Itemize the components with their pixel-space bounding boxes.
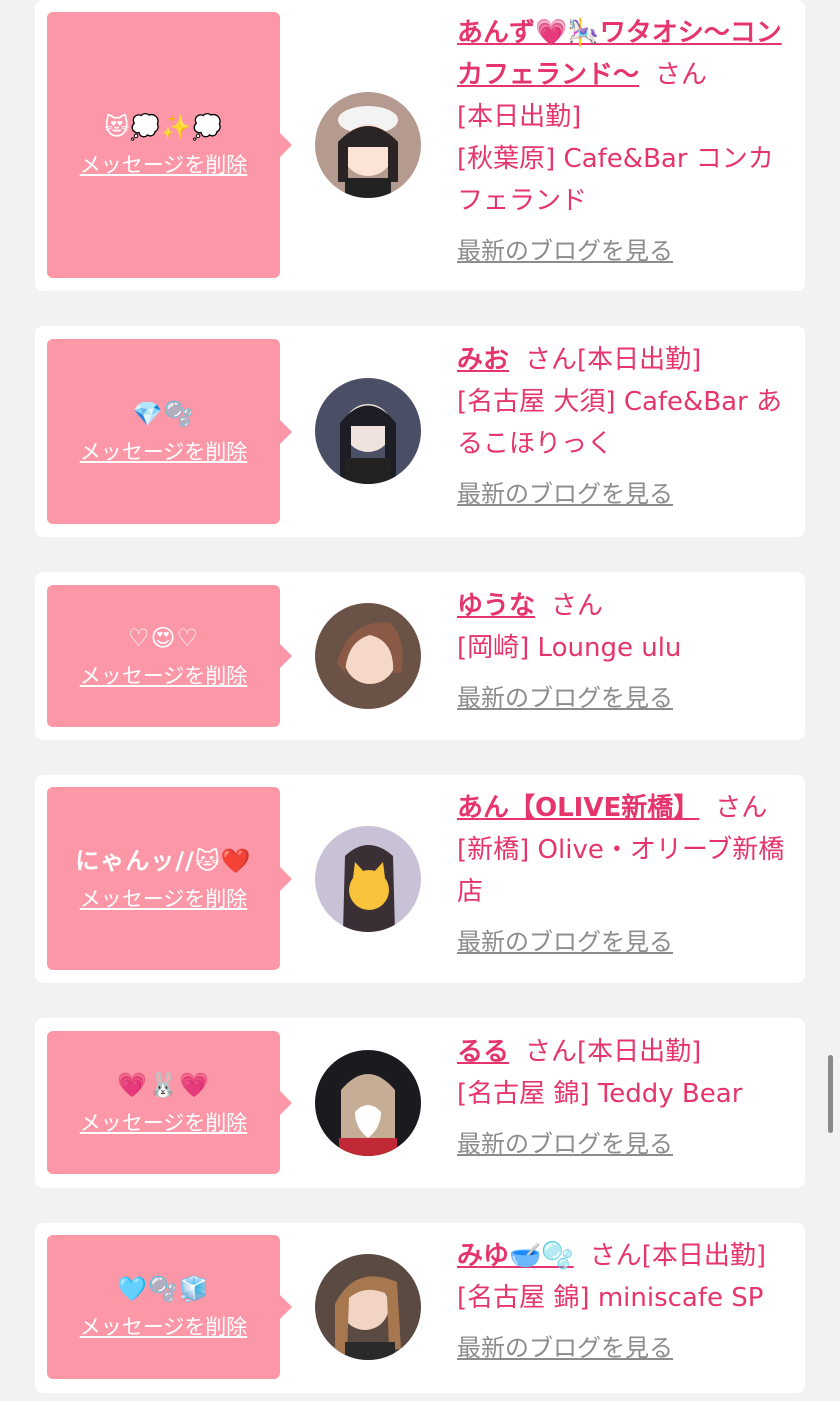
shop-name: [名古屋 錦] miniscafe SP xyxy=(457,1283,764,1313)
latest-blog-link[interactable]: 最新のブログを見る xyxy=(457,1123,673,1165)
favorite-card: 😻💭✨💭 メッセージを削除 あんず💗🎠ワタオシ〜コンカフェランド〜 さん [本日出… xyxy=(35,0,805,291)
san-label: さん xyxy=(589,1241,642,1271)
today-badge: [本日出勤] xyxy=(577,345,702,375)
today-badge: [本日出勤] xyxy=(641,1241,767,1271)
san-label: さん xyxy=(715,793,768,823)
cast-info: あん【OLIVE新橋】 さん [新橋] Olive・オリーブ新橋店 最新のブログを… xyxy=(457,787,797,963)
message-text: 🩵🫧🧊 xyxy=(117,1275,210,1303)
today-badge: [本日出勤] xyxy=(577,1037,702,1067)
delete-message-link[interactable]: メッセージを削除 xyxy=(80,884,248,914)
message-bubble: 💎🫧 メッセージを削除 xyxy=(47,339,292,524)
favorite-card: 💗🐰💗 メッセージを削除 るる さん[本日出勤] [名古屋 錦] Teddy Be… xyxy=(35,1018,805,1188)
message-bubble: ♡😍♡ メッセージを削除 xyxy=(47,585,292,727)
avatar[interactable] xyxy=(315,826,421,932)
shop-name: [名古屋 大須] Cafe&Bar あるこほりっく xyxy=(457,387,783,459)
shop-name: [秋葉原] Cafe&Bar コンカフェランド xyxy=(457,144,774,216)
message-text: にゃんッ//🐱❤️ xyxy=(75,846,252,875)
favorite-card: ♡😍♡ メッセージを削除 ゆうな さん [岡崎] Lounge ulu 最新のブロ… xyxy=(35,572,805,740)
avatar[interactable] xyxy=(315,1050,421,1156)
avatar[interactable] xyxy=(315,1254,421,1360)
avatar[interactable] xyxy=(315,378,421,484)
cast-name-link[interactable]: あん【OLIVE新橋】 xyxy=(457,793,699,823)
shop-name: [名古屋 錦] Teddy Bear xyxy=(457,1079,743,1109)
latest-blog-link[interactable]: 最新のブログを見る xyxy=(457,473,673,515)
message-bubble: 🩵🫧🧊 メッセージを削除 xyxy=(47,1235,292,1379)
cast-name-link[interactable]: あんず💗🎠ワタオシ〜コンカフェランド〜 xyxy=(457,18,782,90)
message-text: ♡😍♡ xyxy=(127,624,200,652)
today-badge: [本日出勤] xyxy=(457,102,582,132)
san-label: さん xyxy=(525,1037,578,1067)
san-label: さん xyxy=(551,591,604,621)
cast-info: ゆうな さん [岡崎] Lounge ulu 最新のブログを見る xyxy=(457,585,797,719)
favorite-card: にゃんッ//🐱❤️ メッセージを削除 あん【OLIVE新橋】 さん [新橋] Ol… xyxy=(35,775,805,983)
latest-blog-link[interactable]: 最新のブログを見る xyxy=(457,1327,673,1369)
cast-name-link[interactable]: みゆ🥣🫧 xyxy=(457,1241,574,1271)
favorite-card: 💎🫧 メッセージを削除 みお さん[本日出勤] [名古屋 大須] Cafe&Bar… xyxy=(35,326,805,537)
cast-name-link[interactable]: ゆうな xyxy=(457,591,535,621)
cast-info: みゆ🥣🫧 さん[本日出勤] [名古屋 錦] miniscafe SP 最新のブログ… xyxy=(457,1235,797,1369)
shop-name: [新橋] Olive・オリーブ新橋店 xyxy=(457,835,785,907)
avatar[interactable] xyxy=(315,92,421,198)
message-text: 💗🐰💗 xyxy=(117,1070,210,1099)
message-bubble: 😻💭✨💭 メッセージを削除 xyxy=(47,12,292,278)
delete-message-link[interactable]: メッセージを削除 xyxy=(80,150,248,180)
latest-blog-link[interactable]: 最新のブログを見る xyxy=(457,677,673,719)
favorite-card: 🩵🫧🧊 メッセージを削除 みゆ🥣🫧 さん[本日出勤] [名古屋 錦] minisc… xyxy=(35,1223,805,1393)
latest-blog-link[interactable]: 最新のブログを見る xyxy=(457,921,673,963)
message-text: 💎🫧 xyxy=(132,399,195,428)
delete-message-link[interactable]: メッセージを削除 xyxy=(80,661,248,691)
message-text: 😻💭✨💭 xyxy=(104,113,223,141)
san-label: さん xyxy=(655,60,708,90)
cast-name-link[interactable]: るる xyxy=(457,1037,509,1067)
cast-info: みお さん[本日出勤] [名古屋 大須] Cafe&Bar あるこほりっく 最新の… xyxy=(457,339,797,515)
cast-info: るる さん[本日出勤] [名古屋 錦] Teddy Bear 最新のブログを見る xyxy=(457,1031,797,1165)
delete-message-link[interactable]: メッセージを削除 xyxy=(80,1312,248,1342)
delete-message-link[interactable]: メッセージを削除 xyxy=(80,1108,248,1138)
cast-info: あんず💗🎠ワタオシ〜コンカフェランド〜 さん [本日出勤] [秋葉原] Cafe&… xyxy=(457,12,797,272)
avatar[interactable] xyxy=(315,603,421,709)
scrollbar[interactable] xyxy=(828,1055,833,1133)
delete-message-link[interactable]: メッセージを削除 xyxy=(80,437,248,467)
message-bubble: 💗🐰💗 メッセージを削除 xyxy=(47,1031,292,1174)
san-label: さん xyxy=(525,345,578,375)
latest-blog-link[interactable]: 最新のブログを見る xyxy=(457,230,673,272)
cast-name-link[interactable]: みお xyxy=(457,345,509,375)
message-bubble: にゃんッ//🐱❤️ メッセージを削除 xyxy=(47,787,292,970)
shop-name: [岡崎] Lounge ulu xyxy=(457,633,682,663)
